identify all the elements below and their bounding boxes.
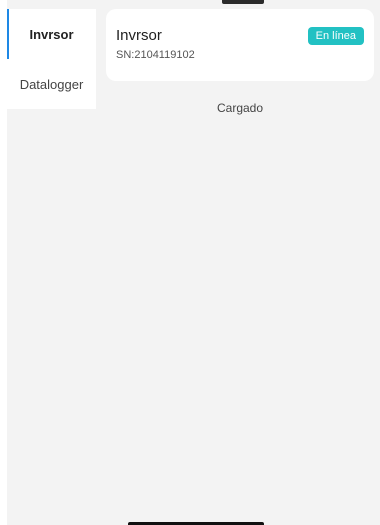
device-name: Invrsor	[116, 27, 162, 44]
sidebar-item-inverter[interactable]: Invrsor	[7, 9, 96, 59]
sidebar-item-label: Invrsor	[29, 26, 74, 42]
device-card[interactable]: Invrsor SN:2104119102 En línea	[106, 9, 374, 81]
sidebar-item-label: Datalogger	[19, 76, 84, 92]
device-serial: SN:2104119102	[116, 49, 195, 61]
sidebar: Invrsor Datalogger	[7, 9, 96, 109]
load-status-text: Cargado	[216, 101, 264, 115]
sidebar-item-datalogger[interactable]: Datalogger	[7, 59, 96, 109]
top-drag-handle	[222, 0, 264, 4]
status-badge: En línea	[307, 27, 364, 45]
left-edge-strip	[0, 0, 7, 525]
